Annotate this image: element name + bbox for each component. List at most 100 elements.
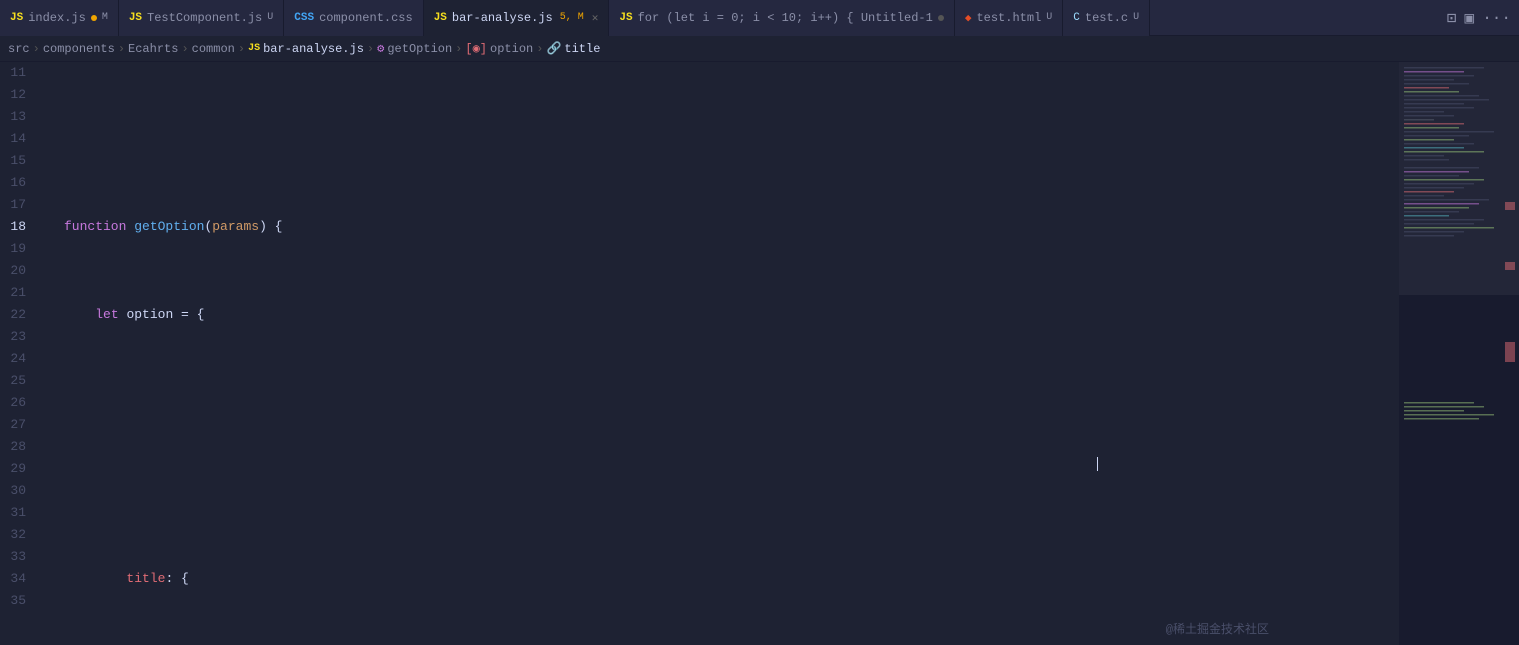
tab-badge: 5, M (560, 12, 584, 23)
js-icon: JS (434, 12, 447, 24)
split-editor-icon[interactable]: ⊡ (1447, 8, 1457, 28)
dot-indicator (938, 15, 944, 21)
tab-label: for (let i = 0; i < 10; i++) { Untitled-… (638, 11, 933, 25)
css-icon: CSS (294, 12, 314, 24)
sep: › (181, 42, 188, 56)
minimap-content (1399, 62, 1519, 645)
breadcrumb-ecahrts[interactable]: Ecahrts (128, 42, 178, 56)
js-icon: JS (129, 12, 142, 24)
line-numbers: 11 12 13 14 15 16 17 18 19 20 21 22 23 2… (0, 62, 42, 645)
colon: : { (165, 568, 188, 590)
tab-label: bar-analyse.js (452, 11, 553, 25)
line-num-31: 31 (8, 502, 34, 524)
sep: › (33, 42, 40, 56)
line-num-21: 21 (8, 282, 34, 304)
breadcrumb-common[interactable]: common (192, 42, 235, 56)
equals: = { (173, 304, 204, 326)
more-icon[interactable]: ··· (1482, 9, 1511, 27)
line-num-35: 35 (8, 590, 34, 612)
tab-untitled[interactable]: JS for (let i = 0; i < 10; i++) { Untitl… (609, 0, 954, 36)
line-num-26: 26 (8, 392, 34, 414)
tab-actions: ⊡ ▣ ··· (1447, 8, 1519, 28)
line-num-24: 24 (8, 348, 34, 370)
line-num-28: 28 (8, 436, 34, 458)
layout-icon[interactable]: ▣ (1465, 8, 1475, 28)
breadcrumb-file[interactable]: bar-analyse.js (263, 42, 364, 56)
js-breadcrumb-icon: JS (248, 43, 260, 54)
tab-index-js[interactable]: JS index.js M (0, 0, 119, 36)
code-line-16: title: { (60, 568, 1399, 590)
breadcrumb-title-icon: 🔗 (546, 41, 561, 56)
tab-label: test.c (1085, 11, 1128, 25)
breadcrumb-title[interactable]: title (564, 42, 600, 56)
text-cursor (1097, 456, 1098, 471)
line-num-15: 15 (8, 150, 34, 172)
js-icon: JS (10, 12, 23, 24)
tab-bar: JS index.js M JS TestComponent.js U CSS … (0, 0, 1519, 36)
html-icon: ◆ (965, 11, 972, 25)
line-num-14: 14 (8, 128, 34, 150)
breadcrumb-func-icon: ⚙ (377, 41, 384, 56)
var-option: option (126, 304, 173, 326)
line-num-23: 23 (8, 326, 34, 348)
tab-badge: U (1046, 12, 1052, 23)
breadcrumb-src[interactable]: src (8, 42, 30, 56)
tab-bar-analyse-js[interactable]: JS bar-analyse.js 5, M ✕ (424, 0, 610, 36)
js-icon: JS (619, 12, 632, 24)
code-line-13: let option = { (60, 304, 1399, 326)
line-num-13: 13 (8, 106, 34, 128)
line-num-29: 29 (8, 458, 34, 480)
line-num-19: 19 (8, 238, 34, 260)
line-num-34: 34 (8, 568, 34, 590)
code-line-11 (60, 128, 1399, 150)
tab-testcomponent-js[interactable]: JS TestComponent.js U (119, 0, 284, 36)
line-num-11: 11 (8, 62, 34, 84)
breadcrumb-option-icon: [◉] (465, 41, 487, 56)
paren-close: ) { (259, 216, 282, 238)
sep: › (536, 42, 543, 56)
param-params: params (212, 216, 259, 238)
line-num-30: 30 (8, 480, 34, 502)
keyword-let: let (95, 304, 126, 326)
sep: › (118, 42, 125, 56)
line-num-27: 27 (8, 414, 34, 436)
editor[interactable]: 11 12 13 14 15 16 17 18 19 20 21 22 23 2… (0, 62, 1399, 645)
code-content[interactable]: function getOption(params) { let option … (56, 62, 1399, 645)
breadcrumb: src › components › Ecahrts › common › JS… (0, 36, 1519, 62)
code-line-12: function getOption(params) { (60, 216, 1399, 238)
sep: › (238, 42, 245, 56)
breadcrumb-components[interactable]: components (43, 42, 115, 56)
keyword-function: function (64, 216, 134, 238)
tab-component-css[interactable]: CSS component.css (284, 0, 423, 36)
breadcrumb-getOption[interactable]: getOption (387, 42, 452, 56)
minimap (1399, 62, 1519, 645)
tab-label: index.js (28, 11, 86, 25)
code-line-15 (60, 480, 1399, 502)
fn-getOption: getOption (134, 216, 204, 238)
watermark: @稀土掘金技术社区 (1166, 620, 1269, 637)
close-icon[interactable]: ✕ (592, 11, 599, 25)
sep: › (455, 42, 462, 56)
tab-test-html[interactable]: ◆ test.html U (955, 0, 1063, 36)
tab-test-c[interactable]: C test.c U (1063, 0, 1150, 36)
tab-label: test.html (976, 11, 1041, 25)
line-num-22: 22 (8, 304, 34, 326)
modified-indicator (91, 15, 97, 21)
indent (64, 304, 95, 326)
paren-open: ( (204, 216, 212, 238)
tab-badge: U (1133, 12, 1139, 23)
line-num-20: 20 (8, 260, 34, 282)
main-area: 11 12 13 14 15 16 17 18 19 20 21 22 23 2… (0, 62, 1519, 645)
c-icon: C (1073, 12, 1080, 24)
line-num-32: 32 (8, 524, 34, 546)
line-num-12: 12 (8, 84, 34, 106)
breadcrumb-option[interactable]: option (490, 42, 533, 56)
line-num-16: 16 (8, 172, 34, 194)
tab-badge: M (102, 12, 108, 23)
line-num-33: 33 (8, 546, 34, 568)
tab-label: TestComponent.js (147, 11, 262, 25)
sep: › (367, 42, 374, 56)
code-line-14 (60, 392, 1399, 414)
line-num-17: 17 (8, 194, 34, 216)
line-num-18: 18 (8, 216, 34, 238)
